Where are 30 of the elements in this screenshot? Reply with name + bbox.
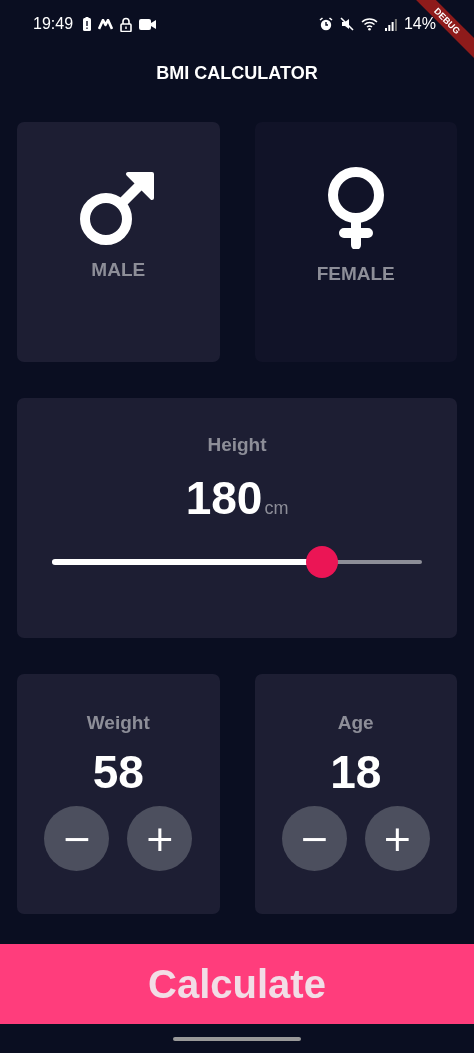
battery-percentage: 14% xyxy=(403,15,436,32)
slider-thumb[interactable] xyxy=(306,546,339,578)
wifi-icon xyxy=(360,17,378,31)
plus-button[interactable]: + xyxy=(364,806,430,871)
plus-button[interactable]: + xyxy=(127,806,193,871)
minus-button[interactable]: − xyxy=(44,806,110,871)
minus-button[interactable]: − xyxy=(281,806,347,871)
battery-alert-icon xyxy=(83,17,92,31)
gender-label: FEMALE xyxy=(316,263,395,285)
app-title: BMI CALCULATOR xyxy=(155,62,319,85)
height-value: 180 xyxy=(185,471,263,526)
video-camera-icon xyxy=(139,18,157,30)
gender-label: MALE xyxy=(91,258,146,281)
status-time: 19:49 xyxy=(33,15,74,33)
female-symbol-icon xyxy=(326,167,385,249)
height-label: Height xyxy=(207,434,267,456)
male-symbol-icon xyxy=(80,171,157,245)
counter-label: Age xyxy=(337,712,374,734)
height-slider[interactable] xyxy=(52,546,422,578)
gesture-handle[interactable] xyxy=(173,1036,301,1041)
height-unit: cm xyxy=(264,498,289,519)
mute-icon xyxy=(339,17,354,31)
gender-card[interactable]: MALE xyxy=(17,122,220,362)
lock-icon xyxy=(120,16,133,32)
counter-label: Weight xyxy=(86,712,150,734)
app-icon xyxy=(98,18,114,30)
signal-icon xyxy=(384,17,397,31)
alarm-icon xyxy=(318,17,333,31)
counter-value: 18 xyxy=(330,745,382,800)
counter-value: 58 xyxy=(92,745,144,800)
